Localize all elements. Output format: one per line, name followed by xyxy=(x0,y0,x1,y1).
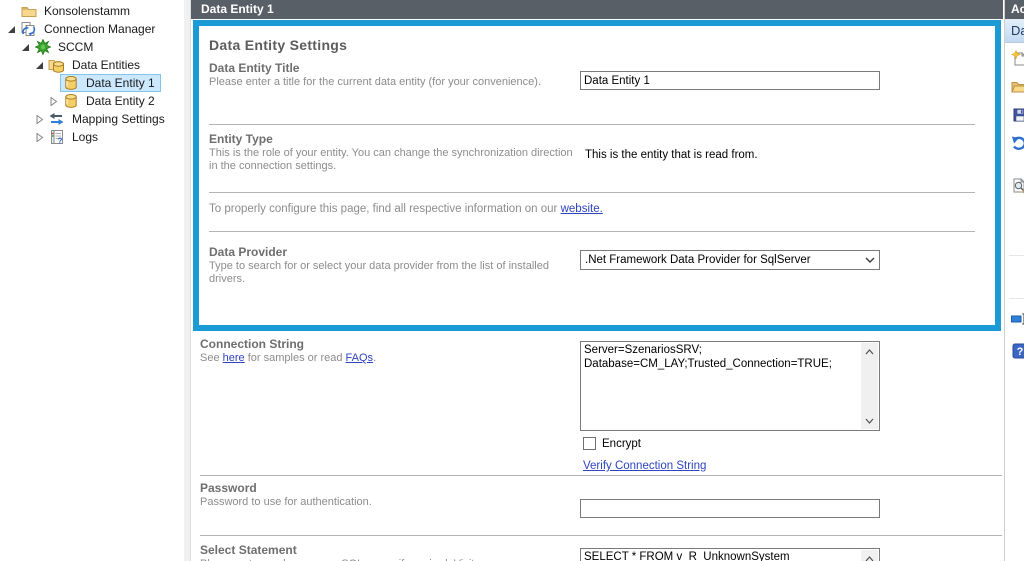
field-label: Data Entity Title xyxy=(209,61,581,75)
encrypt-option: Encrypt xyxy=(583,437,641,450)
field-label: Connection String xyxy=(200,337,572,351)
tree-item-mapping-settings[interactable]: Mapping Settings xyxy=(0,110,184,128)
select-statement-value: SELECT * FROM v_R_UnknownSystem xyxy=(584,550,860,561)
field-select-statement: Select Statement Please enter or change … xyxy=(200,543,572,561)
save-icon[interactable] xyxy=(1011,106,1024,123)
data-entity-title-input[interactable] xyxy=(580,71,880,90)
tree-item-logs[interactable]: ? Logs xyxy=(0,128,184,146)
navigation-tree: Konsolenstamm Connection Manager SCCM Data … xyxy=(0,0,184,561)
connection-string-textarea[interactable]: Server=SzenariosSRV; Database=CM_LAY;Tru… xyxy=(580,341,880,431)
field-password: Password Password to use for authenticat… xyxy=(200,481,572,509)
app-window: Konsolenstamm Connection Manager SCCM Data … xyxy=(0,0,1024,561)
field-data-provider: Data Provider Type to search for or sele… xyxy=(209,245,581,286)
collapse-icon[interactable] xyxy=(34,60,44,70)
field-label: Select Statement xyxy=(200,543,572,557)
logs-icon: ? xyxy=(48,129,65,145)
separator xyxy=(200,535,1002,536)
expand-icon[interactable] xyxy=(34,114,44,124)
connection-string-value: Server=SzenariosSRV; Database=CM_LAY;Tru… xyxy=(584,343,860,371)
separator xyxy=(209,231,975,232)
separator xyxy=(1009,298,1024,299)
collapse-icon[interactable] xyxy=(6,24,16,34)
expander-spacer xyxy=(48,78,58,88)
tree-item-label: SCCM xyxy=(55,39,96,55)
actions-panel-title: Actions xyxy=(1005,0,1024,19)
tree-item-label: Konsolenstamm xyxy=(41,3,133,19)
database-icon xyxy=(62,93,79,109)
encrypt-checkbox[interactable] xyxy=(583,437,596,450)
entity-type-value: This is the entity that is read from. xyxy=(585,149,758,161)
database-icon xyxy=(62,75,79,91)
rename-icon[interactable] xyxy=(1011,310,1024,327)
website-link[interactable]: website. xyxy=(561,203,603,215)
tree-item-label: Data Entities xyxy=(69,57,143,73)
tree-item-label: Logs xyxy=(69,129,101,145)
scrollbar[interactable] xyxy=(861,550,878,561)
expand-icon[interactable] xyxy=(34,132,44,142)
connection-manager-icon xyxy=(20,21,37,37)
tree-item-data-entity-1[interactable]: Data Entity 1 xyxy=(0,74,184,92)
panel-title: Data Entity 1 xyxy=(191,0,1003,19)
scroll-up-icon[interactable] xyxy=(861,343,878,360)
actions-section-header[interactable]: Data Entity 1 xyxy=(1005,19,1024,43)
chevron-down-icon xyxy=(862,253,877,268)
tree-item-sccm[interactable]: SCCM xyxy=(0,38,184,56)
field-description: Please enter a title for the current dat… xyxy=(209,76,581,89)
separator xyxy=(1009,255,1024,256)
tree-item-label: Data Entity 1 xyxy=(83,75,158,91)
verify-connection-string-link[interactable]: Verify Connection String xyxy=(583,460,706,472)
field-label: Entity Type xyxy=(209,132,581,146)
scrollbar[interactable] xyxy=(861,343,878,429)
field-data-entity-title: Data Entity Title Please enter a title f… xyxy=(209,61,581,89)
field-connection-string: Connection String See here for samples o… xyxy=(200,337,572,365)
password-input[interactable] xyxy=(580,499,880,518)
field-description: Type to search for or select your data p… xyxy=(209,260,581,286)
tree-item-connection-manager[interactable]: Connection Manager xyxy=(0,20,184,38)
field-description: See here for samples or read FAQs. xyxy=(200,352,572,365)
config-note-text: To properly configure this page, find al… xyxy=(209,203,561,215)
svg-text:?: ? xyxy=(1016,346,1023,358)
field-entity-type: Entity Type This is the role of your ent… xyxy=(209,132,581,173)
separator xyxy=(209,124,975,125)
config-note: To properly configure this page, find al… xyxy=(209,203,603,215)
field-label: Data Provider xyxy=(209,245,581,259)
scroll-up-icon[interactable] xyxy=(861,550,878,561)
tree-item-label: Connection Manager xyxy=(41,21,158,37)
tree-item-label: Mapping Settings xyxy=(69,111,168,127)
mapping-icon xyxy=(48,111,65,127)
data-provider-select[interactable]: .Net Framework Data Provider for SqlServ… xyxy=(580,250,880,270)
folder-icon xyxy=(20,3,37,19)
data-provider-value: .Net Framework Data Provider for SqlServ… xyxy=(585,254,811,266)
database-folder-icon xyxy=(48,57,65,73)
separator xyxy=(200,475,1002,476)
settings-panel: Data Entity 1 Data Entity Settings Data … xyxy=(191,0,1003,561)
select-statement-textarea[interactable]: SELECT * FROM v_R_UnknownSystem xyxy=(580,548,880,561)
undo-icon[interactable] xyxy=(1011,134,1024,151)
encrypt-label: Encrypt xyxy=(602,438,641,450)
field-description: This is the role of your entity. You can… xyxy=(209,147,581,173)
svg-text:?: ? xyxy=(57,137,62,146)
samples-link[interactable]: here xyxy=(223,352,245,364)
help-icon[interactable]: ? xyxy=(1011,342,1024,359)
expander-spacer xyxy=(6,6,16,16)
actions-panel: Actions Data Entity 1 ? xyxy=(1004,0,1024,561)
field-label: Password xyxy=(200,481,572,495)
tree-item-konsolenstamm[interactable]: Konsolenstamm xyxy=(0,2,184,20)
print-preview-icon[interactable] xyxy=(1011,178,1024,195)
tree-item-label: Data Entity 2 xyxy=(83,93,158,109)
collapse-icon[interactable] xyxy=(20,42,30,52)
faqs-link[interactable]: FAQs xyxy=(346,352,374,364)
field-description: Password to use for authentication. xyxy=(200,496,572,509)
tree-item-data-entity-2[interactable]: Data Entity 2 xyxy=(0,92,184,110)
open-folder-icon[interactable] xyxy=(1011,78,1024,95)
tree-item-data-entities[interactable]: Data Entities xyxy=(0,56,184,74)
new-document-icon[interactable] xyxy=(1011,50,1024,67)
scroll-down-icon[interactable] xyxy=(861,412,878,429)
separator xyxy=(209,192,975,193)
sccm-icon xyxy=(34,39,51,55)
section-title: Data Entity Settings xyxy=(209,37,347,53)
expand-icon[interactable] xyxy=(48,96,58,106)
panel-splitter[interactable] xyxy=(184,0,191,561)
